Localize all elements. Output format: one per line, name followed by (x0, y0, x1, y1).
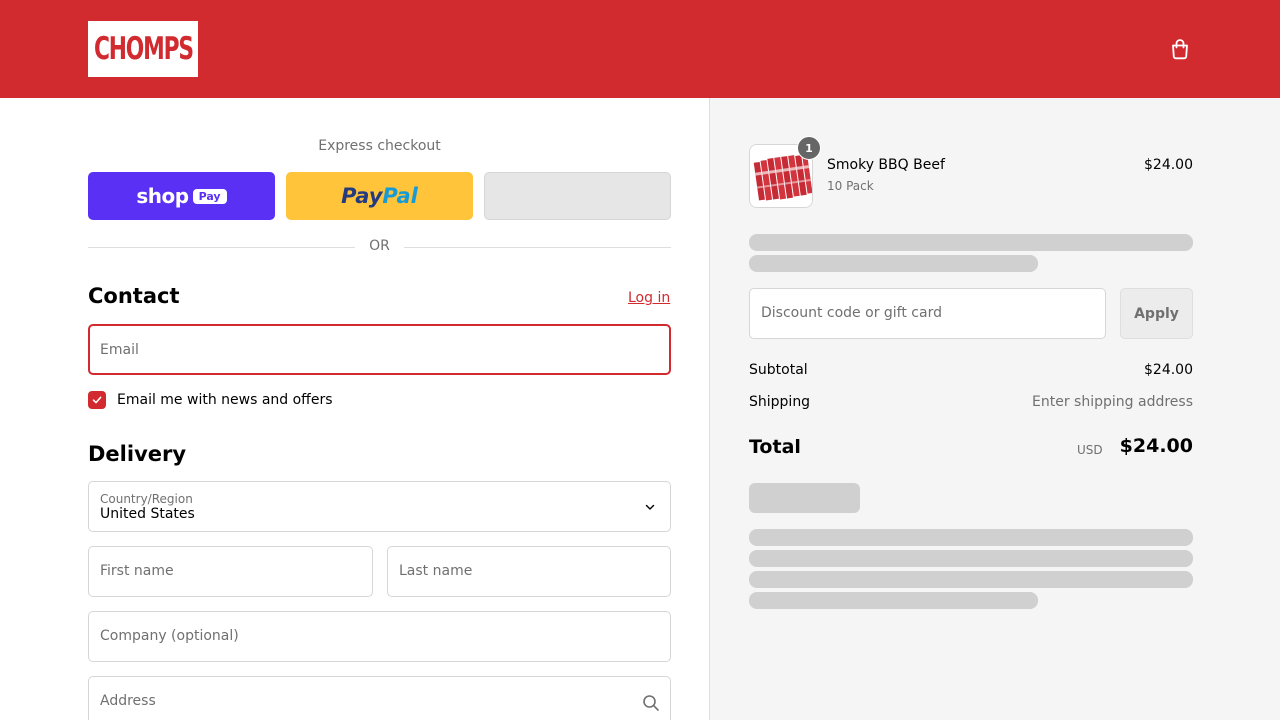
first-name-placeholder: First name (100, 563, 174, 579)
paypal-wordmark-pal: Pal (382, 184, 418, 208)
loading-skeleton-line (749, 234, 1193, 251)
express-checkout-title: Express checkout (318, 138, 441, 154)
first-name-field[interactable]: First name (88, 546, 373, 597)
or-label: OR (369, 238, 390, 254)
discount-code-field[interactable]: Discount code or gift card (749, 288, 1106, 339)
search-icon (643, 695, 659, 711)
shop-pay-wordmark: shop (136, 184, 189, 208)
chevron-down-icon (645, 504, 655, 510)
product-variant: 10 Pack (827, 179, 874, 193)
loading-skeleton-line (749, 550, 1193, 567)
delivery-heading: Delivery (88, 442, 187, 466)
contact-heading: Contact (88, 284, 180, 308)
shipping-value: Enter shipping address (1032, 394, 1193, 410)
total-value: $24.00 (1119, 435, 1193, 457)
or-divider: OR (88, 238, 671, 256)
loading-skeleton-line (749, 571, 1193, 588)
address-field[interactable]: Address (88, 676, 671, 720)
country-region-value: United States (100, 506, 195, 522)
loading-skeleton-line (749, 529, 1193, 546)
address-placeholder: Address (100, 693, 156, 709)
logo-text: CHOMPS (93, 31, 194, 67)
paypal-button[interactable]: Pay Pal (286, 172, 473, 220)
quantity-badge: 1 (797, 136, 821, 160)
checkmark-icon (92, 396, 102, 404)
loading-skeleton-line (749, 255, 1038, 272)
apply-discount-button[interactable]: Apply (1120, 288, 1193, 339)
loading-skeleton-block (749, 483, 860, 513)
company-field[interactable]: Company (optional) (88, 611, 671, 662)
shop-pay-button[interactable]: shop Pay (88, 172, 275, 220)
paypal-wordmark-pay: Pay (341, 184, 383, 208)
express-payment-placeholder-button[interactable] (484, 172, 671, 220)
shopping-bag-icon[interactable] (1168, 37, 1192, 61)
company-placeholder: Company (optional) (100, 628, 239, 644)
order-summary-column: 1 Smoky BBQ Beef 10 Pack $24.00 Discount… (709, 98, 1280, 720)
country-region-label: Country/Region (100, 492, 193, 506)
country-region-select[interactable]: Country/Region United States (88, 481, 671, 532)
last-name-field[interactable]: Last name (387, 546, 671, 597)
site-header: CHOMPS (0, 0, 1280, 98)
product-name: Smoky BBQ Beef (827, 157, 945, 173)
newsletter-label: Email me with news and offers (117, 392, 333, 408)
discount-placeholder: Discount code or gift card (761, 305, 942, 321)
log-in-link[interactable]: Log in (628, 290, 670, 306)
chomps-logo[interactable]: CHOMPS (88, 21, 198, 77)
newsletter-option: Email me with news and offers (88, 390, 333, 410)
subtotal-label: Subtotal (749, 362, 808, 378)
last-name-placeholder: Last name (399, 563, 473, 579)
product-price: $24.00 (1144, 157, 1193, 173)
email-placeholder: Email (100, 342, 139, 358)
divider-line-right (404, 247, 671, 248)
total-label: Total (749, 436, 801, 458)
shipping-label: Shipping (749, 394, 811, 410)
checkout-form-column: Express checkout shop Pay Pay Pal OR Cont… (0, 98, 709, 720)
subtotal-value: $24.00 (1144, 362, 1193, 378)
email-field[interactable]: Email (88, 324, 671, 375)
loading-skeleton-line (749, 592, 1038, 609)
newsletter-checkbox[interactable] (88, 391, 106, 409)
shop-pay-pill: Pay (192, 188, 227, 204)
